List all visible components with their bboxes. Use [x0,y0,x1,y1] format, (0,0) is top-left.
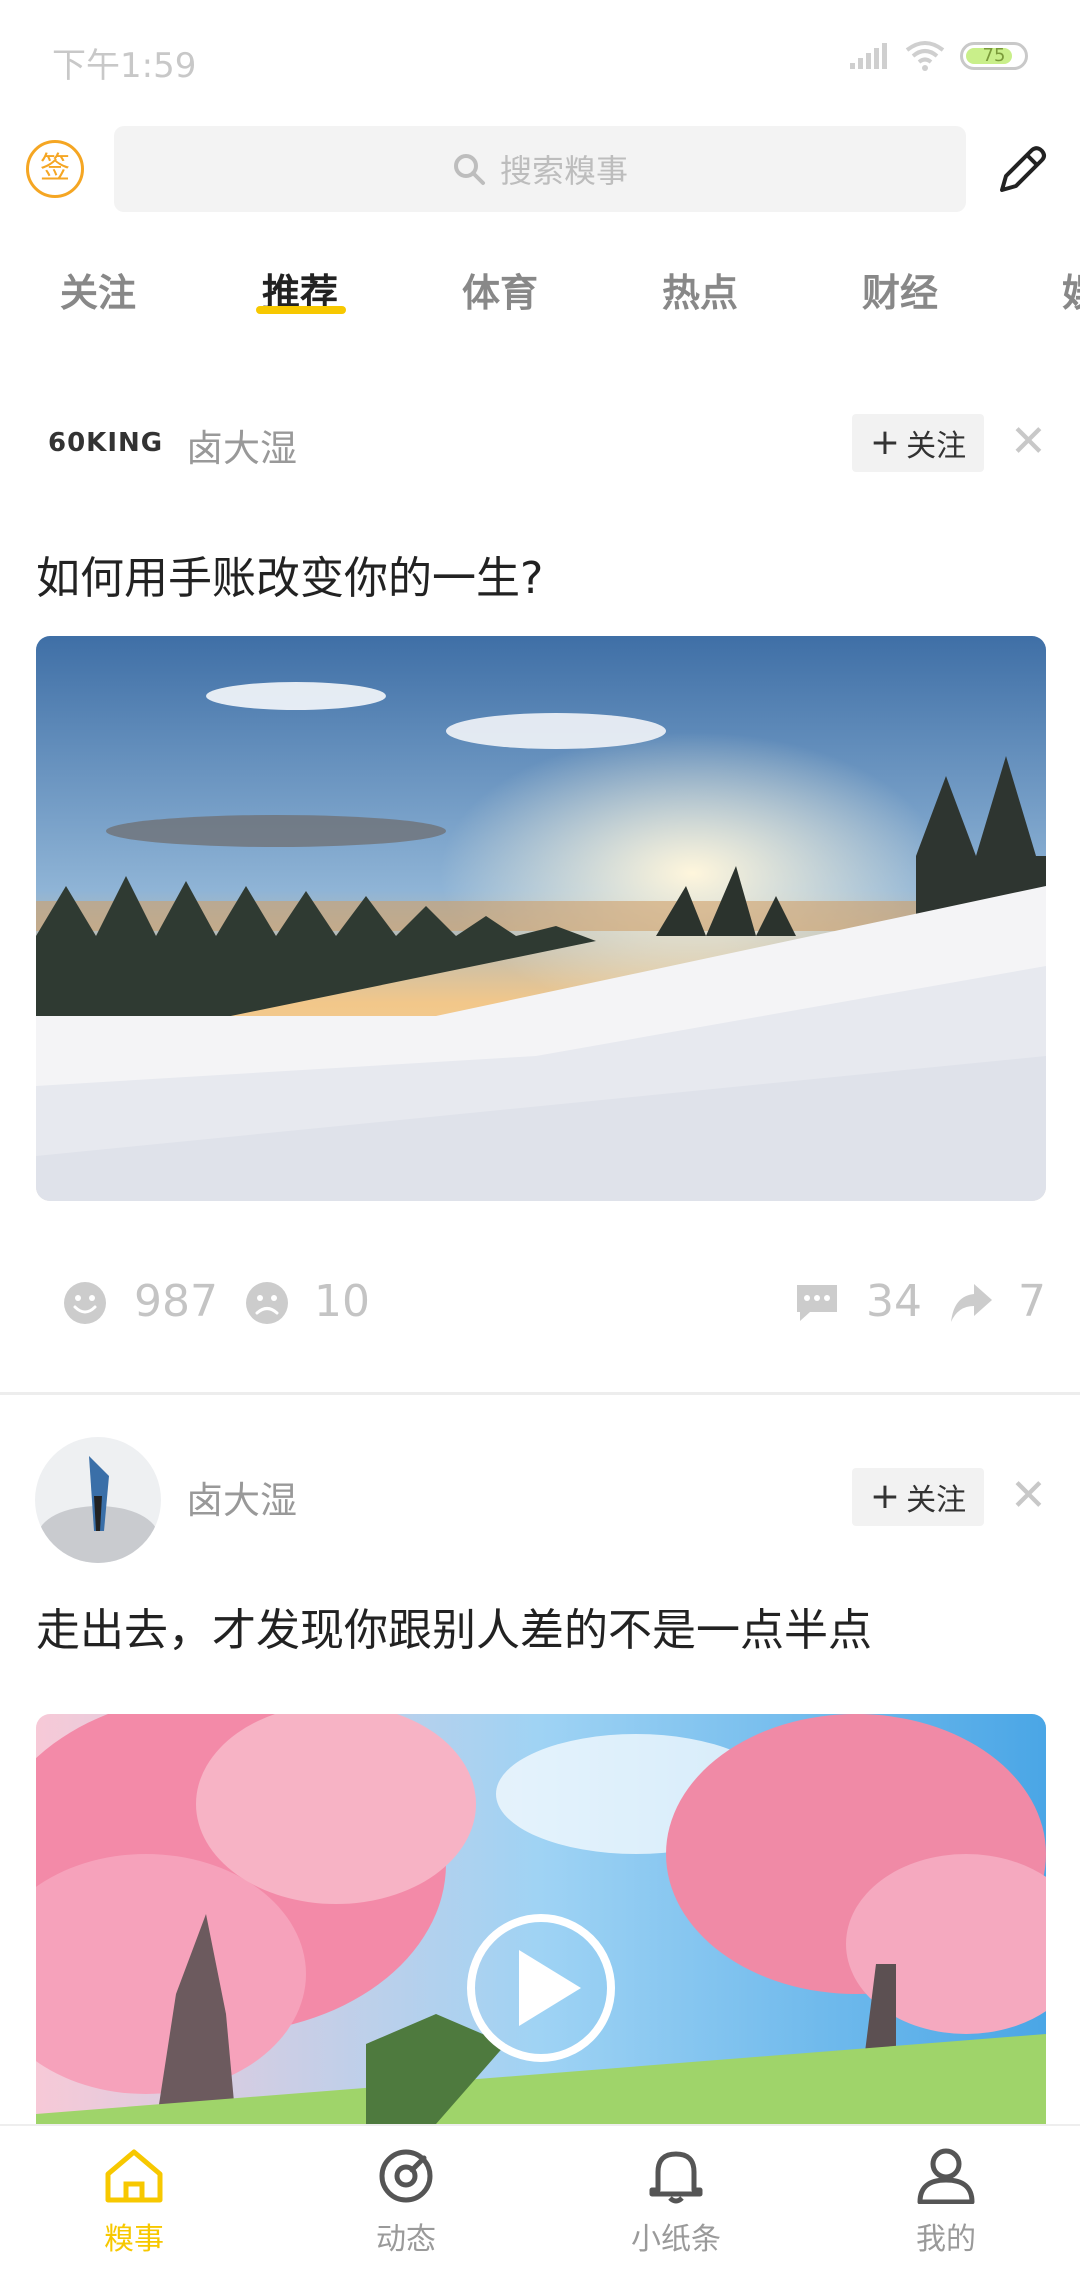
sad-icon[interactable] [244,1280,290,1326]
nav-messages[interactable]: 小纸条 [586,2146,766,2258]
radar-icon [379,2149,433,2203]
search-bar[interactable]: 搜索糗事 [114,126,966,212]
status-time: 下午1:59 [52,46,197,86]
signal-icon [850,43,887,69]
search-icon [453,154,485,185]
status-icons: 75 [848,40,1028,72]
nav-messages-label: 小纸条 [631,2222,721,2257]
plus-icon: + [869,1476,901,1517]
tab-follow[interactable]: 关注 [60,262,136,317]
person-icon [917,2148,975,2205]
comment-icon[interactable] [794,1282,840,1324]
battery-icon: 75 [960,42,1028,70]
tab-hot[interactable]: 热点 [662,262,738,317]
post-image[interactable] [36,636,1046,1201]
bottom-nav: 糗事 动态 小纸条 我的 [0,2124,1080,2282]
sign-in-button[interactable]: 签 [26,140,84,198]
share-count: 7 [1018,1276,1046,1327]
tab-sports[interactable]: 体育 [462,262,538,317]
author-avatar[interactable] [34,1436,162,1564]
tab-finance[interactable]: 财经 [862,262,938,317]
search-placeholder: 搜索糗事 [499,152,628,190]
dislike-count: 10 [314,1276,370,1327]
follow-button[interactable]: + 关注 [852,1468,984,1526]
plus-icon: + [869,422,901,463]
author-name[interactable]: 卤大湿 [186,418,297,472]
close-icon[interactable]: ✕ [1010,420,1047,464]
tab-entertainment[interactable]: 娱 [1062,262,1080,317]
author-name[interactable]: 卤大湿 [186,1470,297,1524]
edit-icon[interactable] [992,140,1052,200]
nav-home[interactable]: 糗事 [44,2146,224,2258]
close-icon[interactable]: ✕ [1010,1474,1047,1518]
author-avatar[interactable]: 60KING [48,428,163,458]
follow-label: 关注 [906,429,967,464]
nav-profile-label: 我的 [916,2222,976,2257]
post-title[interactable]: 如何用手账改变你的一生? [36,542,543,606]
nav-home-label: 糗事 [104,2222,164,2257]
bell-icon [649,2151,703,2204]
battery-level: 75 [982,45,1006,66]
like-count: 987 [134,1276,218,1327]
nav-feed-label: 动态 [376,2222,436,2257]
nav-profile[interactable]: 我的 [856,2146,1036,2258]
video-thumbnail[interactable] [36,1714,1046,2124]
follow-label: 关注 [906,1483,967,1518]
card-divider [0,1392,1080,1395]
comment-count: 34 [866,1276,922,1327]
share-icon[interactable] [948,1282,994,1324]
smile-icon[interactable] [62,1280,108,1326]
follow-button[interactable]: + 关注 [852,414,984,472]
post-title[interactable]: 走出去，才发现你跟别人差的不是一点半点 [36,1594,872,1658]
home-icon [105,2149,163,2203]
active-tab-indicator [256,306,346,314]
nav-feed[interactable]: 动态 [316,2146,496,2258]
wifi-icon [905,41,945,71]
